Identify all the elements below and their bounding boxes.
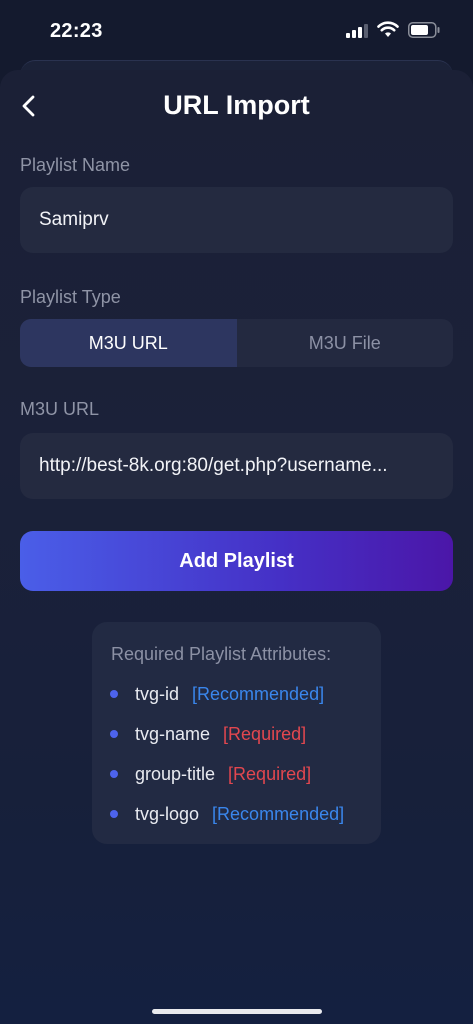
attribute-row: group-title [Required] (110, 762, 311, 786)
bullet-icon (110, 730, 118, 738)
attribute-name: tvg-id (135, 683, 180, 704)
playlist-name-field[interactable]: Samiprv (20, 187, 453, 253)
wifi-icon (377, 21, 399, 37)
bullet-icon (110, 770, 118, 778)
attribute-tag: [Recommended] (192, 683, 325, 704)
attribute-row: tvg-logo [Recommended] (110, 802, 344, 826)
attribute-tag: [Recommended] (212, 803, 345, 824)
m3u-url-label: M3U URL (20, 399, 100, 419)
bullet-icon (110, 690, 118, 698)
home-indicator[interactable] (152, 1009, 322, 1014)
battery-icon (408, 22, 440, 38)
attribute-tag: [Required] (223, 723, 307, 744)
segment-m3u-url[interactable]: M3U URL (20, 319, 237, 367)
attribute-name: tvg-logo (135, 803, 200, 824)
attribute-row: tvg-name [Required] (110, 722, 306, 746)
m3u-url-value: http://best-8k.org:80/get.php?username..… (39, 455, 388, 476)
playlist-name-label: Playlist Name (20, 155, 131, 175)
bullet-icon (110, 810, 118, 818)
cellular-signal-icon (346, 24, 368, 38)
attributes-card: Required Playlist Attributes: tvg-id [Re… (92, 622, 381, 844)
attributes-title: Required Playlist Attributes: (111, 644, 332, 664)
page-title: URL Import (163, 90, 310, 120)
playlist-type-segmented-control: M3U URL M3U File (20, 319, 453, 367)
status-time: 22:23 (50, 20, 103, 42)
playlist-type-label: Playlist Type (20, 287, 121, 307)
add-playlist-button[interactable]: Add Playlist (20, 531, 453, 591)
attribute-name: group-title (135, 763, 216, 784)
attribute-name: tvg-name (135, 723, 211, 744)
segment-m3u-file[interactable]: M3U File (237, 319, 454, 367)
status-bar: 22:23 (0, 0, 473, 60)
attribute-row: tvg-id [Recommended] (110, 682, 324, 706)
playlist-name-value: Samiprv (39, 209, 109, 230)
attribute-tag: [Required] (228, 763, 312, 784)
m3u-url-field[interactable]: http://best-8k.org:80/get.php?username..… (20, 433, 453, 499)
